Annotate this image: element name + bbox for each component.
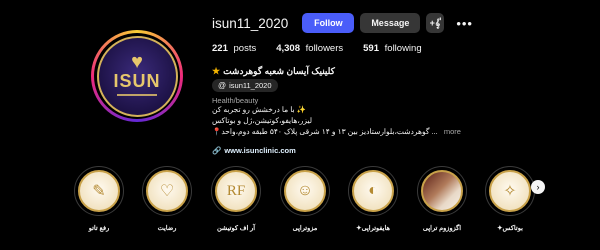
highlight-label: رفع تاتو	[88, 225, 110, 232]
display-name: ★ کلینیک آیسان شعبه گوهردشت	[212, 66, 335, 77]
highlight-item[interactable]: ◐ ✦هایفوتراپی	[342, 166, 404, 232]
exosome-photo-thumbnail	[421, 170, 463, 212]
website-text: www.isunclinic.com	[224, 146, 296, 155]
hifu-face-icon: ◐	[352, 170, 394, 212]
rf-logo-icon: RF	[215, 170, 257, 212]
bio-line-3: 📍گوهردشت،بلوارستادیز بین ۱۳ و ۱۴ شرقی پل…	[212, 127, 461, 136]
bio-line-1: با ما درخشش رو تجربه کن ✨	[212, 105, 307, 114]
add-person-icon: +𝄟	[429, 17, 442, 28]
highlight-ring: ♡	[142, 166, 192, 216]
highlights-next-button[interactable]: ›	[531, 180, 545, 194]
posts-stat: 221 posts	[212, 43, 256, 54]
highlight-label: رضایت	[157, 225, 177, 232]
following-label: following	[384, 43, 422, 54]
website-link[interactable]: 🔗 www.isunclinic.com	[212, 146, 296, 155]
posts-count: 221	[212, 43, 228, 54]
profile-header: isun11_2020 Follow Message +𝄟 •••	[212, 13, 473, 33]
link-icon: 🔗	[212, 146, 222, 155]
highlight-ring: RF	[211, 166, 261, 216]
botox-face-icon: ✧	[489, 170, 531, 212]
bio-line-2: لیزر،هایفو،کوتیشن،ژل و بوتاکس	[212, 116, 313, 125]
story-highlights: ✎ رفع تاتو ♡ رضایت RF آر اف کوتیشن ☺ مزو…	[68, 166, 538, 250]
followers-count: 4,308	[276, 43, 300, 54]
highlight-ring: ◐	[348, 166, 398, 216]
followers-label: followers	[305, 43, 344, 54]
highlight-ring: ☺	[280, 166, 330, 216]
avatar-inner: ♥ ISUN	[94, 33, 180, 119]
tattoo-removal-icon: ✎	[78, 170, 120, 212]
message-button[interactable]: Message	[360, 13, 421, 33]
highlight-ring	[417, 166, 467, 216]
highlight-ring: ✎	[74, 166, 124, 216]
display-name-text: کلینیک آیسان شعبه گوهردشت	[223, 66, 335, 76]
threads-handle-text: isun11_2020	[229, 81, 272, 90]
highlight-label: ✦هایفوتراپی	[356, 225, 390, 232]
bio-more-link[interactable]: more	[444, 127, 461, 136]
avatar: ♥ ISUN	[96, 35, 178, 117]
highlight-item[interactable]: ☺ مزوتراپی	[274, 166, 336, 232]
follow-button[interactable]: Follow	[302, 13, 355, 33]
threads-icon: @	[218, 81, 227, 90]
highlight-label: اگزوزوم تراپی	[422, 225, 462, 232]
avatar-brand-text: ISUN	[113, 71, 161, 92]
following-stat[interactable]: 591 following	[363, 43, 421, 54]
posts-label: posts	[233, 43, 257, 54]
bio-line-3-text: 📍گوهردشت،بلوارستادیز بین ۱۳ و ۱۴ شرقی پل…	[212, 127, 438, 136]
highlight-label: ✦بوتاکس	[497, 225, 523, 232]
highlight-label: مزوتراپی	[292, 225, 318, 232]
hearts-icon: ♡	[146, 170, 188, 212]
threads-handle-badge[interactable]: @ isun11_2020	[212, 79, 278, 92]
following-count: 591	[363, 43, 379, 54]
username: isun11_2020	[212, 15, 289, 31]
face-treatment-icon: ☺	[284, 170, 326, 212]
category-label: Health/beauty	[212, 96, 259, 105]
highlight-item[interactable]: RF آر اف کوتیشن	[205, 166, 267, 232]
highlight-item[interactable]: اگزوزوم تراپی	[411, 166, 473, 232]
highlight-item[interactable]: ✎ رفع تاتو	[68, 166, 130, 232]
highlight-ring: ✧	[485, 166, 535, 216]
logo-divider	[117, 93, 157, 96]
highlight-item[interactable]: ✧ ✦بوتاکس	[479, 166, 541, 232]
highlight-label: آر اف کوتیشن	[216, 225, 256, 232]
highlight-item[interactable]: ♡ رضایت	[136, 166, 198, 232]
heart-logo-icon: ♥	[131, 51, 143, 74]
star-icon: ★	[212, 66, 221, 76]
followers-stat[interactable]: 4,308 followers	[276, 43, 343, 54]
profile-avatar-ring[interactable]: ♥ ISUN	[91, 30, 183, 122]
profile-stats: 221 posts 4,308 followers 591 following	[212, 43, 442, 54]
suggest-accounts-button[interactable]: +𝄟	[426, 13, 445, 33]
more-options-icon[interactable]: •••	[456, 16, 473, 31]
